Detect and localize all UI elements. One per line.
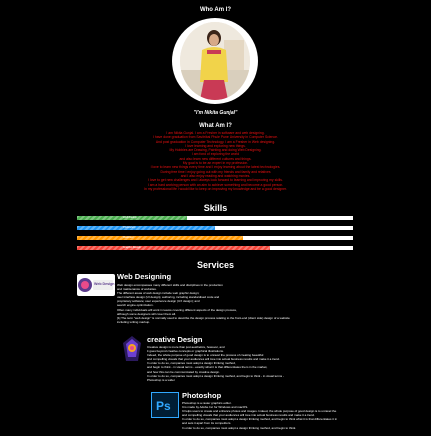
photoshop-icon: Ps bbox=[151, 392, 179, 418]
skills-heading: Skills bbox=[203, 203, 228, 213]
what-am-i-heading: What Am I? bbox=[199, 123, 232, 129]
skill-bar-fill bbox=[77, 236, 243, 240]
profile-photo bbox=[172, 18, 258, 104]
service-text-photoshop: Photoshop is a raster graphics editor. I… bbox=[182, 401, 337, 430]
skill-label: Photoshop bbox=[123, 226, 136, 229]
service-text-creative-design: Creative design is more than just aesthe… bbox=[147, 345, 284, 382]
service-line: including writing markup. bbox=[117, 319, 151, 324]
intro-line: In my professional life I would like to … bbox=[144, 186, 287, 191]
service-title-creative-design: creative Design bbox=[147, 335, 203, 344]
web-design-logo-text: Web Design bbox=[94, 282, 115, 286]
skill-label: Web Design bbox=[123, 216, 138, 219]
who-am-i-heading: Who Am I? bbox=[199, 7, 232, 13]
skill-label: Illustrator bbox=[123, 236, 134, 239]
web-design-logo-icon: Web Design bbox=[77, 274, 115, 296]
service-title-photoshop: Photoshop bbox=[182, 391, 222, 400]
service-line: In order to do so, companies must adopt … bbox=[182, 425, 297, 430]
skill-bar-fill bbox=[77, 246, 271, 250]
skill-label: Graphic Design bbox=[123, 246, 141, 249]
service-line: and begin to think - in visual terms - e… bbox=[147, 365, 268, 370]
services-heading: Services bbox=[196, 260, 235, 270]
name-caption: "I'm Nikita Gunjal" bbox=[193, 110, 238, 116]
profile-photo-image bbox=[180, 22, 250, 100]
service-text-web-designing: Web design encompasses many different sk… bbox=[117, 283, 290, 324]
intro-text: I am Nikita Gunjal. I am a Fresher in so… bbox=[40, 131, 391, 191]
creative-design-icon bbox=[121, 335, 143, 363]
skill-bar-web-design: Web Design bbox=[77, 216, 353, 220]
service-title-web-designing: Web Designing bbox=[117, 272, 172, 281]
skill-bar-photoshop: Photoshop bbox=[77, 226, 353, 230]
skill-bar-graphic-design: Graphic Design bbox=[77, 246, 353, 250]
svg-text:Ps: Ps bbox=[156, 399, 171, 413]
skill-bar-illustrator: Illustrator bbox=[77, 236, 353, 240]
service-line: Photoshop is a wider bbox=[147, 377, 175, 382]
skill-bar-fill bbox=[77, 226, 215, 230]
